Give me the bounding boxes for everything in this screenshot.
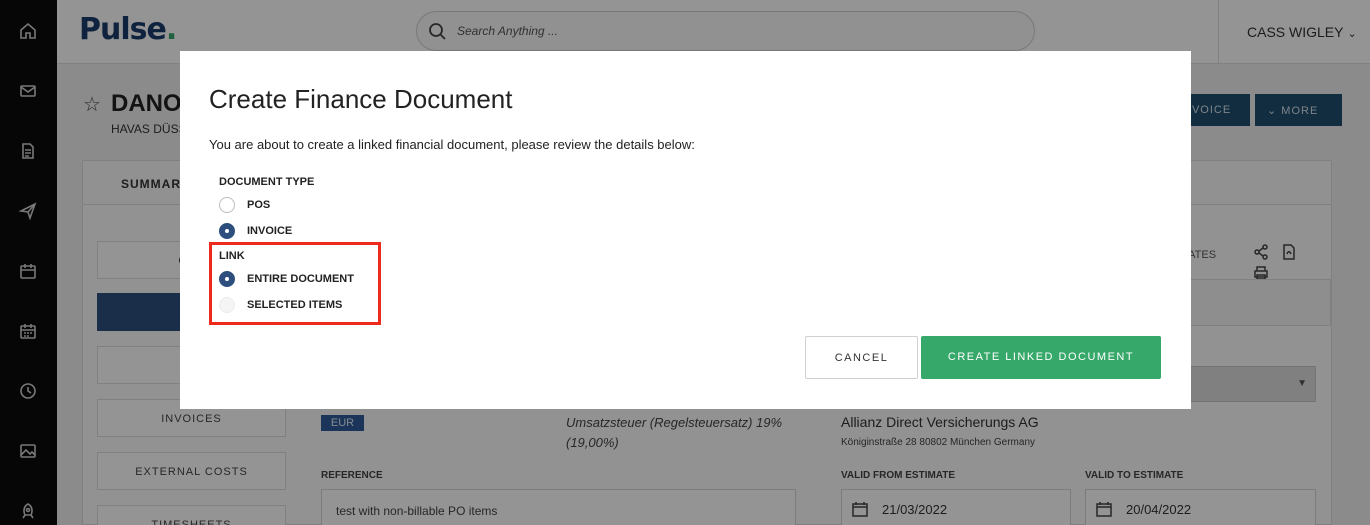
radio-entire-document[interactable] — [219, 271, 235, 287]
radio-invoice-label[interactable]: INVOICE — [247, 225, 292, 237]
modal-title: Create Finance Document — [209, 84, 513, 114]
radio-entire-document-label[interactable]: ENTIRE DOCUMENT — [247, 273, 354, 285]
document-type-label: DOCUMENT TYPE — [219, 176, 315, 188]
radio-invoice[interactable] — [219, 223, 235, 239]
create-linked-document-button[interactable]: CREATE LINKED DOCUMENT — [921, 336, 1161, 379]
radio-selected-items[interactable] — [219, 297, 235, 313]
radio-selected-items-label[interactable]: SELECTED ITEMS — [247, 299, 342, 311]
radio-pos-label[interactable]: POS — [247, 199, 270, 211]
link-label: LINK — [219, 250, 245, 262]
radio-pos[interactable] — [219, 197, 235, 213]
modal-description: You are about to create a linked financi… — [209, 137, 695, 152]
create-finance-document-modal: Create Finance Document You are about to… — [180, 51, 1191, 409]
cancel-button[interactable]: CANCEL — [805, 336, 918, 379]
